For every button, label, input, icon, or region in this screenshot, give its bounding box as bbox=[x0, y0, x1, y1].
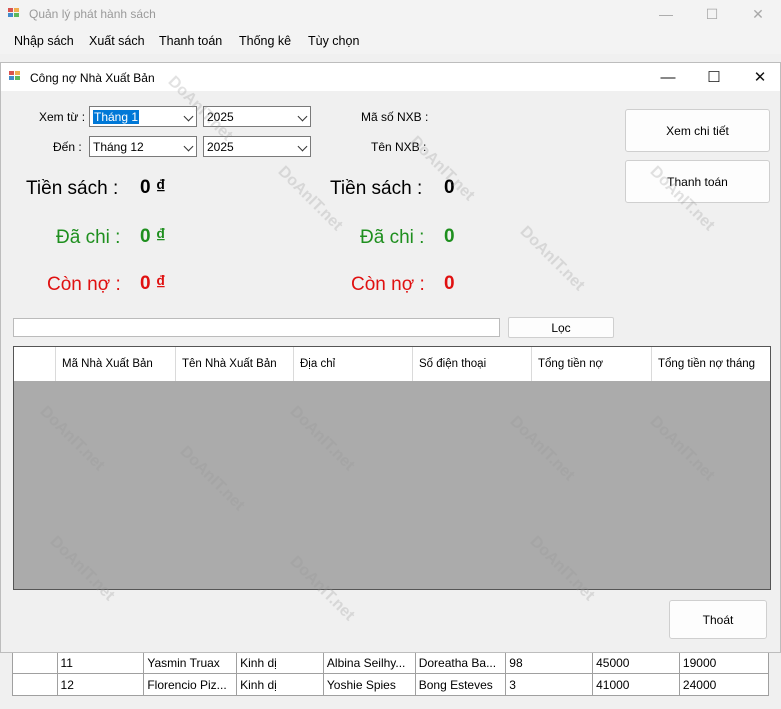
row-header-corner bbox=[14, 347, 56, 381]
dialog-close-icon[interactable]: ✕ bbox=[737, 63, 781, 91]
from-year-select[interactable]: 2025 bbox=[203, 106, 311, 127]
right-debt-label: Còn nợ : bbox=[351, 274, 425, 295]
from-label: Xem từ : bbox=[39, 110, 86, 124]
column-header-so-dien-thoai[interactable]: Số điện thoại bbox=[413, 347, 532, 381]
filter-input[interactable] bbox=[13, 318, 500, 337]
to-month-select[interactable]: Tháng 12 bbox=[89, 136, 197, 157]
nxb-code-label: Mã số NXB : bbox=[361, 110, 429, 124]
right-paid-label: Đã chi : bbox=[360, 227, 425, 248]
right-paid-value: 0 bbox=[444, 226, 455, 247]
from-month-select[interactable]: Tháng 1 bbox=[89, 106, 197, 127]
publisher-debt-grid[interactable]: Mã Nhà Xuất Bản Tên Nhà Xuất Bản Địa chỉ… bbox=[13, 346, 771, 590]
dialog-minimize-icon[interactable]: — bbox=[645, 63, 691, 91]
nxb-name-label: Tên NXB : bbox=[371, 140, 427, 154]
view-detail-button[interactable]: Xem chi tiết bbox=[625, 109, 770, 152]
left-books-label: Tiền sách : bbox=[26, 178, 119, 199]
right-debt-value: 0 bbox=[444, 273, 455, 294]
menu-nhap-sach[interactable]: Nhập sách bbox=[14, 34, 74, 48]
publisher-debt-dialog: Công nợ Nhà Xuất Bản — ☐ ✕ Xem từ : Đến … bbox=[0, 62, 781, 653]
left-debt-label: Còn nợ : bbox=[47, 274, 121, 295]
grid-header: Mã Nhà Xuất Bản Tên Nhà Xuất Bản Địa chỉ… bbox=[14, 347, 770, 381]
chevron-down-icon bbox=[183, 111, 194, 122]
table-row[interactable]: 11 Yasmin Truax Kinh dị Albina Seilhy...… bbox=[12, 651, 770, 674]
left-paid-value: 0 ₫ bbox=[140, 226, 166, 247]
column-header-ten-nxb[interactable]: Tên Nhà Xuất Bản bbox=[176, 347, 294, 381]
right-books-label: Tiền sách : bbox=[330, 178, 423, 199]
chevron-down-icon bbox=[297, 111, 308, 122]
payment-button[interactable]: Thanh toán bbox=[625, 160, 770, 203]
left-paid-label: Đã chi : bbox=[56, 227, 121, 248]
column-header-dia-chi[interactable]: Địa chỉ bbox=[294, 347, 413, 381]
exit-button[interactable]: Thoát bbox=[669, 600, 767, 639]
menu-tuy-chon[interactable]: Tùy chọn bbox=[308, 34, 359, 48]
menu-thanh-toan[interactable]: Thanh toán bbox=[159, 34, 222, 48]
close-icon[interactable]: ✕ bbox=[735, 0, 781, 28]
main-titlebar: Quản lý phát hành sách — ☐ ✕ bbox=[0, 0, 781, 28]
filter-button[interactable]: Lọc bbox=[508, 317, 614, 338]
left-books-value: 0 ₫ bbox=[140, 177, 166, 198]
chevron-down-icon bbox=[183, 141, 194, 152]
app-icon bbox=[8, 8, 20, 18]
table-row[interactable]: 12 Florencio Piz... Kinh dị Yoshie Spies… bbox=[12, 673, 770, 696]
minimize-icon[interactable]: — bbox=[643, 0, 689, 28]
dialog-titlebar: Công nợ Nhà Xuất Bản — ☐ ✕ bbox=[1, 63, 780, 91]
dialog-title: Công nợ Nhà Xuất Bản bbox=[30, 71, 155, 85]
background-table: 11 Yasmin Truax Kinh dị Albina Seilhy...… bbox=[12, 651, 770, 696]
column-header-tong-tien-no-thang[interactable]: Tổng tiền nợ tháng bbox=[652, 347, 770, 381]
menu-thong-ke[interactable]: Thống kê bbox=[239, 34, 291, 48]
dialog-icon bbox=[9, 71, 21, 81]
left-debt-value: 0 ₫ bbox=[140, 273, 166, 294]
app-title: Quản lý phát hành sách bbox=[29, 7, 156, 21]
dialog-maximize-icon[interactable]: ☐ bbox=[691, 63, 737, 91]
menu-bar: Nhập sách Xuất sách Thanh toán Thống kê … bbox=[0, 28, 781, 54]
to-label: Đến : bbox=[53, 140, 82, 154]
to-year-select[interactable]: 2025 bbox=[203, 136, 311, 157]
maximize-icon[interactable]: ☐ bbox=[689, 0, 735, 28]
right-books-value: 0 bbox=[444, 177, 455, 198]
column-header-tong-tien-no[interactable]: Tổng tiền nợ bbox=[532, 347, 652, 381]
menu-xuat-sach[interactable]: Xuất sách bbox=[89, 34, 145, 48]
chevron-down-icon bbox=[297, 141, 308, 152]
column-header-ma-nxb[interactable]: Mã Nhà Xuất Bản bbox=[56, 347, 176, 381]
